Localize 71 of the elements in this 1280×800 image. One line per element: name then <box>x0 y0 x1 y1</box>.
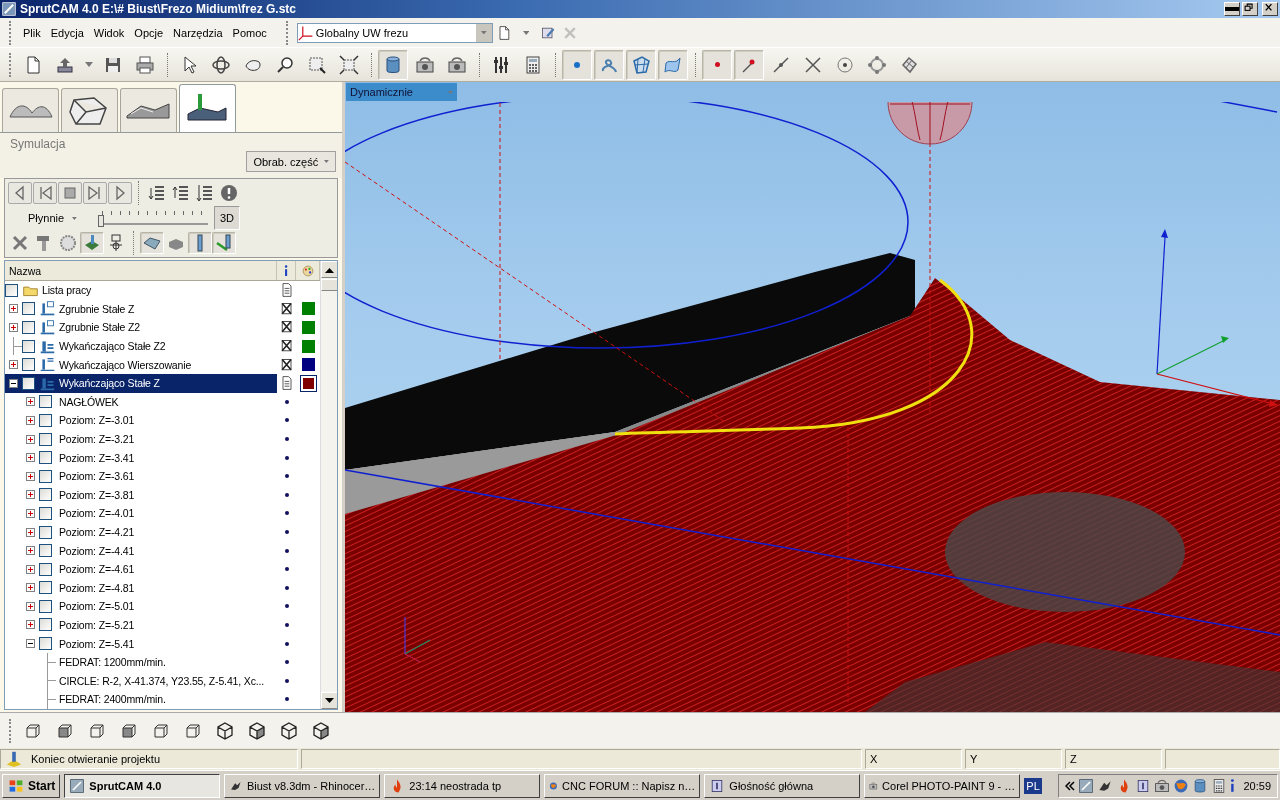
tree-row[interactable]: Poziom: Z=-5.41 <box>5 634 320 653</box>
tree-item-label: FEDRAT: 1200mm/min. <box>58 656 166 669</box>
menu-item[interactable]: Narzędzia <box>168 24 228 41</box>
coordinate-label: X <box>870 753 878 765</box>
tree-row[interactable]: NAGŁÓWEK <box>5 392 320 412</box>
coordinate-label: Y <box>970 753 978 765</box>
tree-item-label: Wykańczająco Stałe Z2 <box>58 340 166 353</box>
tree-row[interactable]: Wykańczająco Stałe Z2 <box>5 336 320 356</box>
tree-item-label: Poziom: Z=-3.61 <box>58 470 135 483</box>
tree-item-label: Zgrubnie Stałe Z2 <box>58 321 140 334</box>
tree-row[interactable]: FEDRAT: 1200mm/min. <box>5 652 320 672</box>
tree-item-label: Zgrubnie Stałe Z <box>58 302 135 315</box>
menu-item[interactable]: Opcje <box>129 24 169 41</box>
tree-item-label: Poziom: Z=-3.01 <box>58 414 135 427</box>
tree-item-label: FEDRAT: 2400mm/min. <box>58 693 166 706</box>
window-title: SprutCAM 4.0 E:\# Biust\Frezo Midium\frez G.stc <box>20 2 298 16</box>
speed-dropdown[interactable]: Płynnie <box>8 212 98 224</box>
tree-item-label: NAGŁÓWEK <box>58 395 119 408</box>
view-mode-dropdown[interactable]: Dynamicznie <box>346 83 457 101</box>
menu-item[interactable]: Plik <box>18 24 46 41</box>
tree-row[interactable]: Poziom: Z=-4.81 <box>5 578 320 598</box>
tree-item-label: Poziom: Z=-4.81 <box>58 581 135 594</box>
clock: 20:59 <box>1243 779 1271 792</box>
tree-row[interactable]: Poziom: Z=-3.61 <box>5 466 320 486</box>
tree-row[interactable]: FEDRAT: 2400mm/min. <box>5 690 320 709</box>
tree-item-label: Poziom: Z=-5.41 <box>58 637 135 650</box>
menu-item[interactable]: Edycja <box>45 24 89 41</box>
tree-item-label: Poziom: Z=-4.21 <box>58 526 135 538</box>
tree-item-label: Poziom: Z=-3.81 <box>58 488 135 501</box>
tree-row[interactable]: Poziom: Z=-3.01 <box>5 411 320 430</box>
taskbar-button[interactable]: Biust v8.3dm - Rhinocer… <box>224 773 381 798</box>
taskbar-button[interactable]: Corel PHOTO-PAINT 9 - … <box>864 773 1021 798</box>
language-indicator[interactable]: PL <box>1024 777 1042 794</box>
tree-item-label: Poziom: Z=-5.21 <box>58 619 135 631</box>
tree-row[interactable]: Poziom: Z=-4.01 <box>5 504 320 523</box>
status-message: Koniec otwieranie projektu <box>31 753 161 765</box>
coordinate-system-dropdown[interactable]: Globalny UW frezu <box>296 22 493 43</box>
tree-item-label: CIRCLE: R-2, X-41.374, Y23.55, Z-5.41, Xc... <box>58 674 265 687</box>
tree-item-label: Poziom: Z=-5.01 <box>58 600 135 613</box>
tree-item-label: Lista pracy <box>41 284 92 297</box>
tree-row[interactable]: Poziom: Z=-4.41 <box>5 541 320 560</box>
tree-item-label: Poziom: Z=-4.61 <box>58 563 135 576</box>
tree-item-label: Poziom: Z=-4.01 <box>58 507 135 520</box>
tree-row[interactable]: Zgrubnie Stałe Z2 <box>5 318 320 337</box>
taskbar-button[interactable]: Głośność główna <box>704 773 861 798</box>
menu-item[interactable]: Pomoc <box>227 24 272 41</box>
tree-row[interactable]: Poziom: Z=-5.21 <box>5 615 320 635</box>
taskbar-button[interactable]: CNC FORUM :: Napisz n… <box>544 773 701 798</box>
tree-row[interactable]: Poziom: Z=-4.21 <box>5 522 320 542</box>
tree-item-label: Poziom: Z=-3.21 <box>58 433 135 446</box>
tree-row[interactable]: Poziom: Z=-3.21 <box>5 429 320 449</box>
tree-row[interactable]: Wykańczająco Wierszowanie <box>5 355 320 374</box>
3d-toggle-button[interactable]: 3D <box>214 206 240 230</box>
tree-row[interactable]: Zgrubnie Stałe Z <box>5 299 320 319</box>
tree-item-label: Poziom: Z=-4.41 <box>58 544 135 557</box>
menu-item[interactable]: Widok <box>88 24 130 41</box>
tree-row[interactable]: Lista pracy <box>5 281 320 300</box>
tree-item-label: Wykańczająco Stałe Z <box>58 377 160 390</box>
taskbar-button[interactable]: 23:14 neostrada tp <box>384 773 541 798</box>
tree-row[interactable]: Poziom: Z=-3.81 <box>5 485 320 505</box>
tree-item-label: Poziom: Z=-3.41 <box>58 451 135 464</box>
taskbar-button[interactable]: SprutCAM 4.0 <box>64 773 221 798</box>
tree-row[interactable]: Poziom: Z=-3.41 <box>5 448 320 467</box>
tree-row[interactable]: Poziom: Z=-4.61 <box>5 559 320 579</box>
tree-row[interactable]: CIRCLE: R-2, X-41.374, Y23.55, Z-5.41, Xc... <box>5 671 320 691</box>
part-dropdown-button[interactable]: Obrab. część <box>246 151 336 172</box>
coordinate-label: Z <box>1070 753 1077 765</box>
panel-title: Symulacja <box>10 137 67 151</box>
tree-item-label: Wykańczająco Wierszowanie <box>58 358 192 371</box>
start-button[interactable]: Start <box>2 773 61 798</box>
tree-row[interactable]: Poziom: Z=-5.01 <box>5 597 320 616</box>
